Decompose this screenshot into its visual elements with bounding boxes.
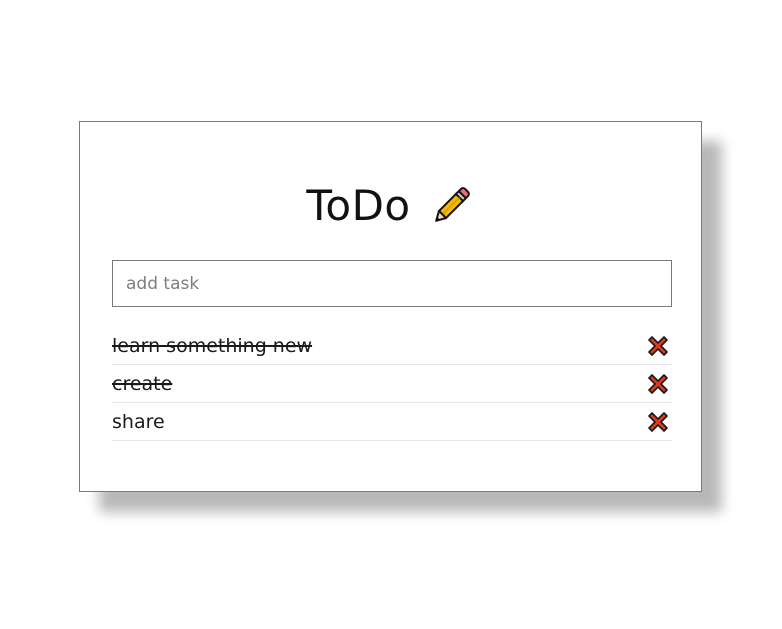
add-task-input[interactable] bbox=[112, 260, 672, 307]
close-icon[interactable] bbox=[646, 410, 670, 434]
page-title: ToDo bbox=[306, 181, 411, 230]
task-label[interactable]: share bbox=[112, 411, 165, 433]
todo-card: ToDo learn some bbox=[79, 121, 702, 492]
task-item: learn something new bbox=[112, 327, 672, 365]
task-label[interactable]: create bbox=[112, 373, 172, 395]
task-list: learn something new create share bbox=[112, 327, 672, 441]
task-item: share bbox=[112, 403, 672, 441]
task-item: create bbox=[112, 365, 672, 403]
close-icon[interactable] bbox=[646, 372, 670, 396]
header: ToDo bbox=[80, 182, 701, 230]
close-icon[interactable] bbox=[646, 334, 670, 358]
task-label[interactable]: learn something new bbox=[112, 335, 312, 357]
pencil-icon bbox=[427, 182, 475, 230]
